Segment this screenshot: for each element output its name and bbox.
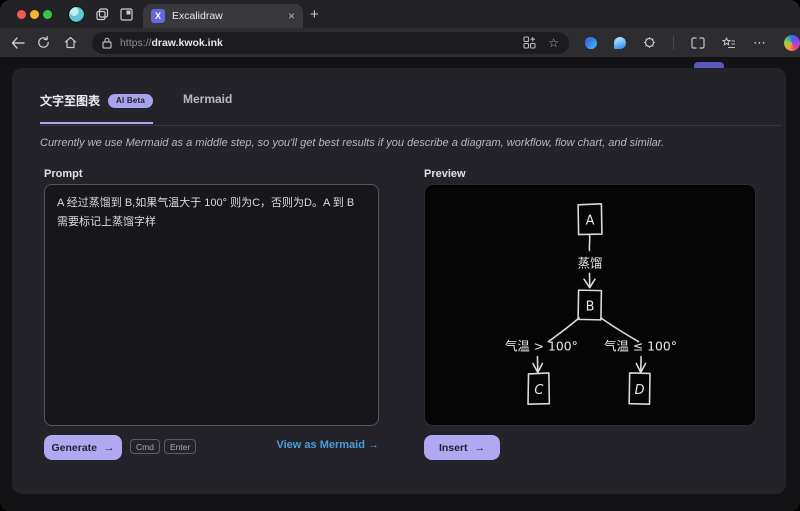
profile-avatar[interactable] bbox=[68, 6, 85, 23]
tab-close-icon[interactable]: × bbox=[288, 10, 295, 22]
excalidraw-favicon: X bbox=[151, 9, 165, 23]
edge-bc-label: 气温 > 100° bbox=[505, 339, 578, 354]
insert-button-label: Insert bbox=[439, 442, 468, 454]
collections-icon[interactable] bbox=[523, 36, 536, 49]
url-domain: draw.kwok.ink bbox=[151, 37, 222, 49]
flowchart-svg: A 蒸馏 B 气温 > 100° 气温 ≤ 100° bbox=[425, 185, 755, 425]
url-scheme: https:// bbox=[120, 37, 152, 49]
tab-mermaid-label: Mermaid bbox=[183, 92, 232, 106]
node-c-label: C bbox=[534, 383, 543, 398]
dialog-tabbar: 文字至图表 AI Beta Mermaid bbox=[40, 92, 782, 126]
minimize-window-button[interactable] bbox=[30, 10, 39, 19]
generate-arrow-icon: → bbox=[104, 442, 115, 454]
dialog-note: Currently we use Mermaid as a middle ste… bbox=[40, 137, 664, 149]
page-content: 文字至图表 AI Beta Mermaid Currently we use M… bbox=[0, 57, 800, 511]
bookmark-star-icon[interactable]: ☆ bbox=[548, 36, 559, 50]
tab-mermaid[interactable]: Mermaid bbox=[183, 92, 232, 119]
kbd-enter: Enter bbox=[164, 439, 196, 454]
back-icon[interactable] bbox=[9, 34, 26, 52]
split-screen-icon[interactable] bbox=[691, 37, 705, 49]
tab-strip: X Excalidraw × + bbox=[0, 0, 800, 28]
view-as-mermaid-link[interactable]: View as Mermaid → bbox=[276, 439, 379, 451]
text-to-diagram-dialog: 文字至图表 AI Beta Mermaid Currently we use M… bbox=[12, 68, 786, 494]
insert-arrow-icon: → bbox=[475, 442, 486, 454]
extension-icon-blue[interactable] bbox=[585, 37, 597, 49]
vertical-tabs-icon[interactable] bbox=[119, 7, 133, 21]
ai-beta-badge: AI Beta bbox=[108, 94, 153, 108]
preview-label: Preview bbox=[424, 168, 466, 180]
edge-ab-label: 蒸馏 bbox=[578, 255, 603, 270]
generate-button[interactable]: Generate → bbox=[44, 435, 122, 460]
kbd-cmd: Cmd bbox=[130, 439, 160, 454]
new-tab-button[interactable]: + bbox=[310, 6, 319, 23]
zoom-window-button[interactable] bbox=[43, 10, 52, 19]
node-d-label: D bbox=[635, 383, 645, 398]
browser-window: X Excalidraw × + https://draw.kwok.ink ☆ bbox=[0, 0, 800, 511]
node-a-label: A bbox=[586, 214, 595, 229]
copilot-icon[interactable] bbox=[784, 35, 800, 51]
tab-text-to-diagram-label: 文字至图表 bbox=[40, 92, 100, 109]
favorites-list-icon[interactable] bbox=[722, 37, 736, 49]
browser-tab-excalidraw[interactable]: X Excalidraw × bbox=[143, 4, 303, 28]
diagram-preview: A 蒸馏 B 气温 > 100° 气温 ≤ 100° bbox=[424, 184, 756, 426]
url-text: https://draw.kwok.ink bbox=[120, 37, 223, 49]
insert-button[interactable]: Insert → bbox=[424, 435, 500, 460]
generate-button-label: Generate bbox=[51, 442, 97, 454]
close-window-button[interactable] bbox=[17, 10, 26, 19]
browser-toolbar: https://draw.kwok.ink ☆ ⋯ bbox=[0, 28, 800, 57]
home-icon[interactable] bbox=[62, 34, 79, 52]
tab-text-to-diagram[interactable]: 文字至图表 AI Beta bbox=[40, 92, 153, 124]
extensions-icon[interactable] bbox=[643, 36, 656, 49]
keyboard-hint: Cmd Enter bbox=[130, 439, 196, 454]
extension-icon-cyan[interactable] bbox=[614, 37, 626, 49]
lock-icon[interactable] bbox=[102, 37, 112, 49]
tab-title: Excalidraw bbox=[172, 10, 288, 22]
prompt-label: Prompt bbox=[44, 168, 83, 180]
prompt-textarea[interactable]: A 经过蒸馏到 B,如果气温大于 100° 则为C，否则为D。A 到 B 需要标… bbox=[44, 184, 379, 426]
toolbar-right-icons: ⋯ bbox=[585, 35, 800, 51]
address-bar[interactable]: https://draw.kwok.ink ☆ bbox=[92, 32, 569, 54]
reload-icon[interactable] bbox=[35, 34, 52, 52]
workspaces-icon[interactable] bbox=[95, 7, 109, 21]
toolbar-divider bbox=[673, 36, 674, 50]
edge-bd-label: 气温 ≤ 100° bbox=[604, 339, 677, 354]
node-b-label: B bbox=[586, 299, 595, 314]
more-menu-icon[interactable]: ⋯ bbox=[753, 35, 767, 51]
